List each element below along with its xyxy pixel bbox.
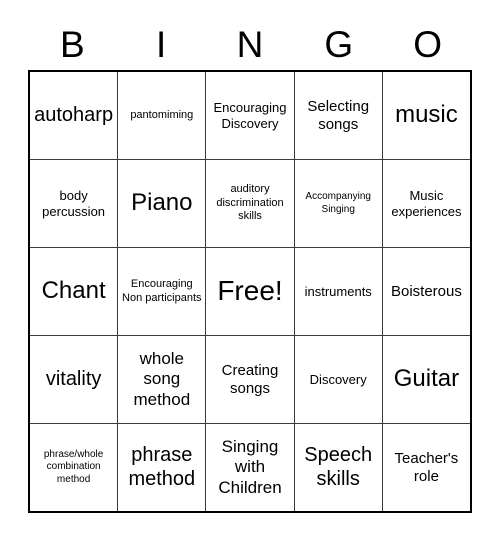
- bingo-cell[interactable]: pantomiming: [118, 72, 207, 159]
- header-letter-b: B: [60, 23, 85, 65]
- bingo-cell-label: Boisterous: [390, 282, 462, 300]
- bingo-cell[interactable]: auditory discrimination skills: [206, 160, 295, 247]
- header-letter-i: I: [156, 23, 167, 65]
- bingo-cell-label: Singing with Children: [218, 436, 282, 497]
- bingo-cell-label: music: [395, 101, 458, 129]
- bingo-cell-label: Guitar: [393, 365, 460, 393]
- bingo-cell[interactable]: Speech skills: [295, 424, 383, 511]
- bingo-cell[interactable]: Teacher's role: [383, 424, 470, 511]
- bingo-row: body percussion Piano auditory discrimin…: [30, 160, 470, 248]
- bingo-cell[interactable]: instruments: [295, 248, 383, 335]
- bingo-cell-label: Encouraging Discovery: [213, 99, 287, 131]
- bingo-cell[interactable]: Accompanying Singing: [295, 160, 383, 247]
- bingo-cell[interactable]: vitality: [30, 336, 119, 423]
- bingo-cell[interactable]: body percussion: [30, 160, 119, 247]
- free-space-label: Free!: [217, 275, 283, 307]
- bingo-cell-label: phrase/whole combination method: [43, 449, 104, 485]
- bingo-row: phrase/whole combination method phrase m…: [30, 424, 470, 511]
- bingo-cell[interactable]: whole song method: [118, 336, 207, 423]
- bingo-cell[interactable]: autoharp: [30, 72, 119, 159]
- bingo-cell-label: Encouraging Non participants: [122, 278, 202, 304]
- bingo-cell-label: Accompanying Singing: [305, 191, 371, 215]
- bingo-grid: autoharp pantomiming Encouraging Discove…: [28, 70, 472, 513]
- bingo-cell[interactable]: Chant: [30, 248, 119, 335]
- bingo-cell-label: vitality: [45, 367, 102, 390]
- bingo-cell-label: instruments: [304, 283, 372, 299]
- bingo-cell-label: Selecting songs: [307, 97, 370, 133]
- bingo-header-row: B I N G O: [28, 18, 472, 70]
- bingo-cell[interactable]: Singing with Children: [206, 424, 295, 511]
- bingo-cell[interactable]: Guitar: [383, 336, 470, 423]
- bingo-cell-label: body percussion: [42, 187, 106, 219]
- bingo-cell[interactable]: Music experiences: [383, 160, 470, 247]
- bingo-cell-label: Chant: [41, 277, 106, 305]
- bingo-cell[interactable]: Encouraging Non participants: [118, 248, 207, 335]
- header-letter-n: N: [236, 23, 264, 65]
- bingo-cell[interactable]: Encouraging Discovery: [206, 72, 295, 159]
- bingo-row: Chant Encouraging Non participants Free!…: [30, 248, 470, 336]
- bingo-cell[interactable]: Discovery: [295, 336, 383, 423]
- bingo-cell-label: Speech skills: [304, 443, 373, 490]
- bingo-card: B I N G O autoharp pantomiming Encouragi…: [0, 0, 500, 544]
- bingo-cell-label: pantomiming: [130, 108, 194, 121]
- bingo-cell[interactable]: phrase method: [118, 424, 207, 511]
- bingo-row: autoharp pantomiming Encouraging Discove…: [30, 72, 470, 160]
- bingo-cell-label: auditory discrimination skills: [216, 183, 284, 223]
- bingo-cell-label: Teacher's role: [394, 449, 459, 485]
- bingo-cell-label: autoharp: [34, 103, 114, 126]
- bingo-cell[interactable]: music: [383, 72, 470, 159]
- bingo-cell-label: Music experiences: [391, 187, 462, 219]
- bingo-cell[interactable]: Boisterous: [383, 248, 470, 335]
- bingo-cell[interactable]: Selecting songs: [295, 72, 383, 159]
- bingo-cell[interactable]: phrase/whole combination method: [30, 424, 119, 511]
- bingo-row: vitality whole song method Creating song…: [30, 336, 470, 424]
- bingo-cell[interactable]: Piano: [118, 160, 207, 247]
- bingo-cell[interactable]: Creating songs: [206, 336, 295, 423]
- bingo-cell-label: Creating songs: [221, 361, 279, 397]
- bingo-cell-free-space[interactable]: Free!: [206, 248, 295, 335]
- header-letter-o: O: [413, 23, 442, 65]
- bingo-cell-label: Piano: [131, 189, 193, 217]
- header-letter-g: G: [324, 23, 354, 65]
- bingo-cell-label: Discovery: [309, 371, 367, 387]
- bingo-cell-label: whole song method: [133, 348, 191, 409]
- bingo-cell-label: phrase method: [128, 443, 196, 490]
